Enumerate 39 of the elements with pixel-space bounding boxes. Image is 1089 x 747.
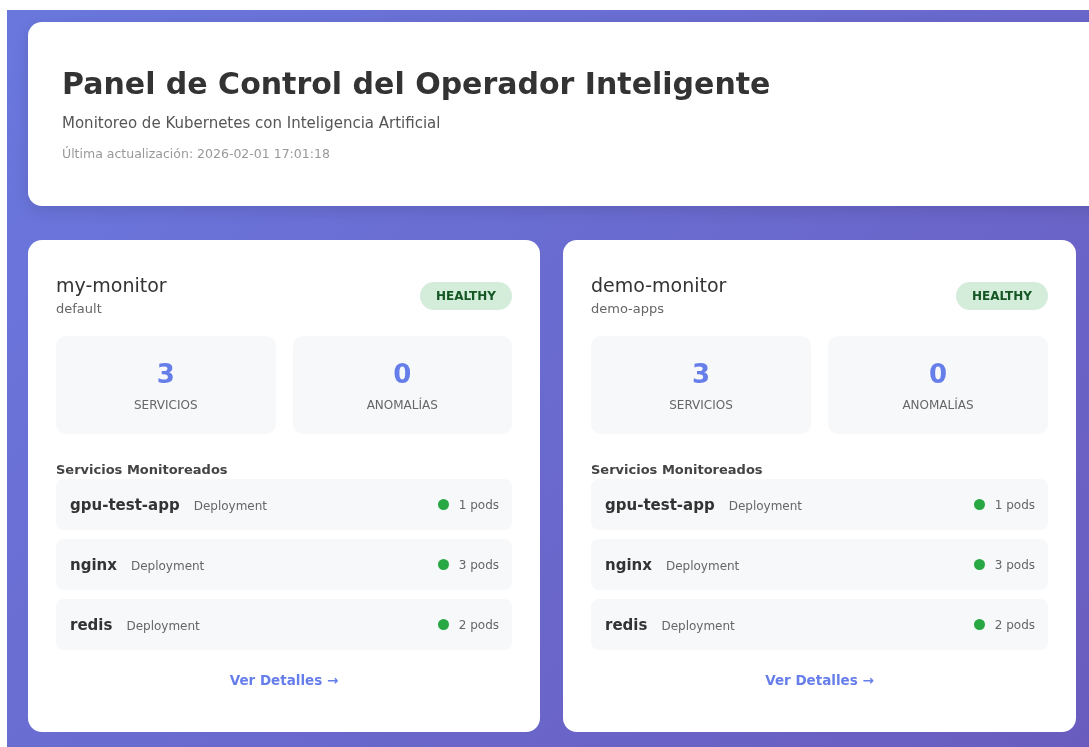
- service-type: Deployment: [193, 498, 268, 513]
- stat-value: 3: [156, 358, 175, 390]
- stat-label: SERVICIOS: [669, 398, 733, 412]
- page-subtitle: Monitoreo de Kubernetes con Inteligencia Artificial: [62, 114, 442, 132]
- service-type: Deployment: [665, 558, 740, 573]
- monitor-name: demo-monitor: [591, 273, 727, 298]
- pod-count: 3 pods: [994, 557, 1035, 572]
- stat-label: ANOMALÍAS: [366, 398, 438, 412]
- last-updated-text: Última actualización: 2026-02-01 17:01:18: [62, 146, 331, 161]
- stat-value: 0: [928, 358, 948, 390]
- stat-value: 0: [393, 358, 412, 390]
- namespace-label: demo-apps: [591, 301, 666, 316]
- status-badge: HEALTHY: [955, 282, 1048, 310]
- service-type: Deployment: [126, 618, 200, 633]
- service-type: Deployment: [130, 558, 205, 573]
- namespace-label: default: [56, 301, 103, 316]
- service-type: Deployment: [728, 498, 803, 513]
- page-title: Panel de Control del Operador Inteligente: [62, 65, 772, 103]
- details-link[interactable]: Ver Detalles →: [229, 672, 339, 688]
- pod-count: 1 pods: [994, 497, 1035, 512]
- service-name: gpu-test-app: [70, 495, 180, 514]
- pod-count: 1 pods: [458, 497, 499, 512]
- service-name: redis: [70, 615, 113, 634]
- stat-label: ANOMALÍAS: [902, 398, 974, 412]
- pod-count: 3 pods: [458, 557, 499, 572]
- section-title: Servicios Monitoreados: [591, 462, 764, 477]
- pod-count: 2 pods: [458, 617, 499, 632]
- service-name: nginx: [70, 555, 117, 574]
- service-type: Deployment: [661, 618, 735, 633]
- monitor-name: my-monitor: [56, 273, 167, 298]
- stat-label: SERVICIOS: [133, 398, 198, 412]
- details-link[interactable]: Ver Detalles →: [765, 672, 874, 688]
- status-badge: HEALTHY: [419, 282, 512, 310]
- pod-count: 2 pods: [994, 617, 1035, 632]
- service-name: gpu-test-app: [605, 495, 715, 514]
- stat-value: 3: [691, 358, 711, 390]
- service-name: nginx: [605, 555, 652, 574]
- service-name: redis: [605, 615, 648, 634]
- section-title: Servicios Monitoreados: [56, 462, 229, 477]
